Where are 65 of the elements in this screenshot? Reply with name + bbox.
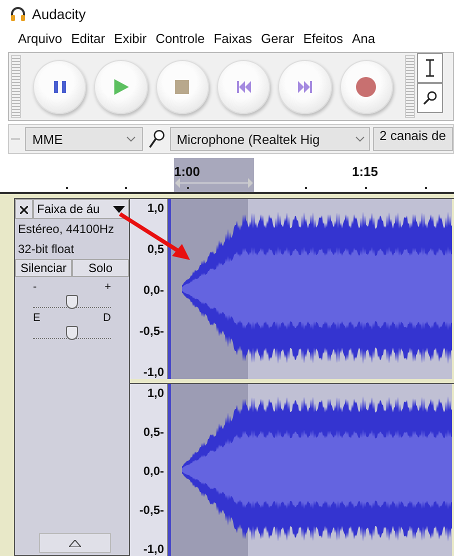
menu-item[interactable]: Exibir (114, 31, 147, 46)
transport-button[interactable] (94, 60, 148, 114)
timeline-ruler[interactable]: 1:00 1:15 (0, 158, 454, 194)
track-name-menu[interactable]: Faixa de áu (33, 199, 129, 219)
menu-item[interactable]: Faixas (214, 31, 252, 46)
pause-icon (52, 80, 67, 94)
triangle-up-icon (69, 540, 81, 546)
transport-button[interactable] (33, 60, 86, 114)
chevron-down-icon (126, 136, 136, 142)
close-button[interactable] (15, 199, 33, 219)
toolbar-grip[interactable] (405, 54, 415, 118)
menu-item[interactable]: Ana (352, 31, 376, 46)
scale-label: 1,0 (147, 201, 164, 215)
zoom-icon (423, 90, 437, 105)
scale-label: -1,0 (143, 365, 164, 379)
solo-button[interactable]: Solo (72, 259, 129, 277)
scale-label: 1,0 (147, 386, 164, 400)
scale-label: 0,0- (143, 283, 164, 297)
skip-start-icon (236, 80, 251, 93)
scale-label: -0,5- (139, 324, 164, 338)
transport-button[interactable] (156, 60, 209, 114)
scale-label: 0,5 (147, 242, 164, 256)
text-cursor-icon (425, 58, 435, 77)
recording-device-dropdown[interactable]: Microphone (Realtek Hig (170, 127, 370, 152)
toolbar-grip[interactable] (11, 54, 21, 118)
scale-label: 0,5- (143, 425, 164, 439)
toolbar-grip[interactable] (11, 138, 20, 140)
skip-end-icon (298, 80, 312, 93)
track-info: 32-bit float (17, 241, 76, 258)
pan-slider[interactable] (33, 324, 111, 339)
mute-button[interactable]: Silenciar (15, 259, 72, 277)
time-label: 1:15 (352, 164, 378, 180)
record-icon (356, 76, 376, 97)
tool-button[interactable] (417, 52, 443, 83)
scale-label: 0,0- (143, 464, 164, 478)
menu-item[interactable]: Controle (156, 31, 205, 46)
menu-item[interactable]: Editar (71, 31, 106, 46)
time-label: 1:00 (174, 164, 200, 180)
slider-thumb[interactable] (66, 295, 78, 309)
audio-host-dropdown[interactable]: MME (25, 127, 144, 152)
headphones-icon (10, 6, 26, 21)
scale-label: -0,5- (139, 503, 164, 517)
gain-minus-label: - (33, 281, 37, 293)
transport-button[interactable] (278, 60, 332, 114)
stop-icon (175, 80, 190, 94)
menu-item[interactable]: Arquivo (18, 31, 62, 46)
chevron-down-icon (354, 136, 364, 142)
channels-dropdown[interactable]: 2 canais de (372, 127, 453, 152)
dropdown-triangle-icon (113, 206, 125, 212)
window-title: Audacity (32, 6, 86, 22)
menu-item[interactable]: Gerar (261, 31, 294, 46)
transport-button[interactable] (340, 60, 393, 114)
close-icon (20, 206, 28, 214)
selection-arrows-icon (175, 178, 253, 188)
slider-thumb[interactable] (66, 326, 78, 340)
play-icon (112, 78, 130, 96)
scale-label: -1,0 (143, 542, 164, 556)
pan-left-label: E (33, 312, 40, 324)
track-info: Estéreo, 44100Hz (17, 221, 116, 238)
menu-item[interactable]: Efeitos (303, 31, 343, 46)
tool-button[interactable] (417, 82, 443, 113)
gain-slider[interactable] (33, 293, 111, 308)
gain-plus-label: + (104, 281, 111, 293)
transport-button[interactable] (216, 60, 270, 114)
pan-right-label: D (103, 312, 111, 324)
